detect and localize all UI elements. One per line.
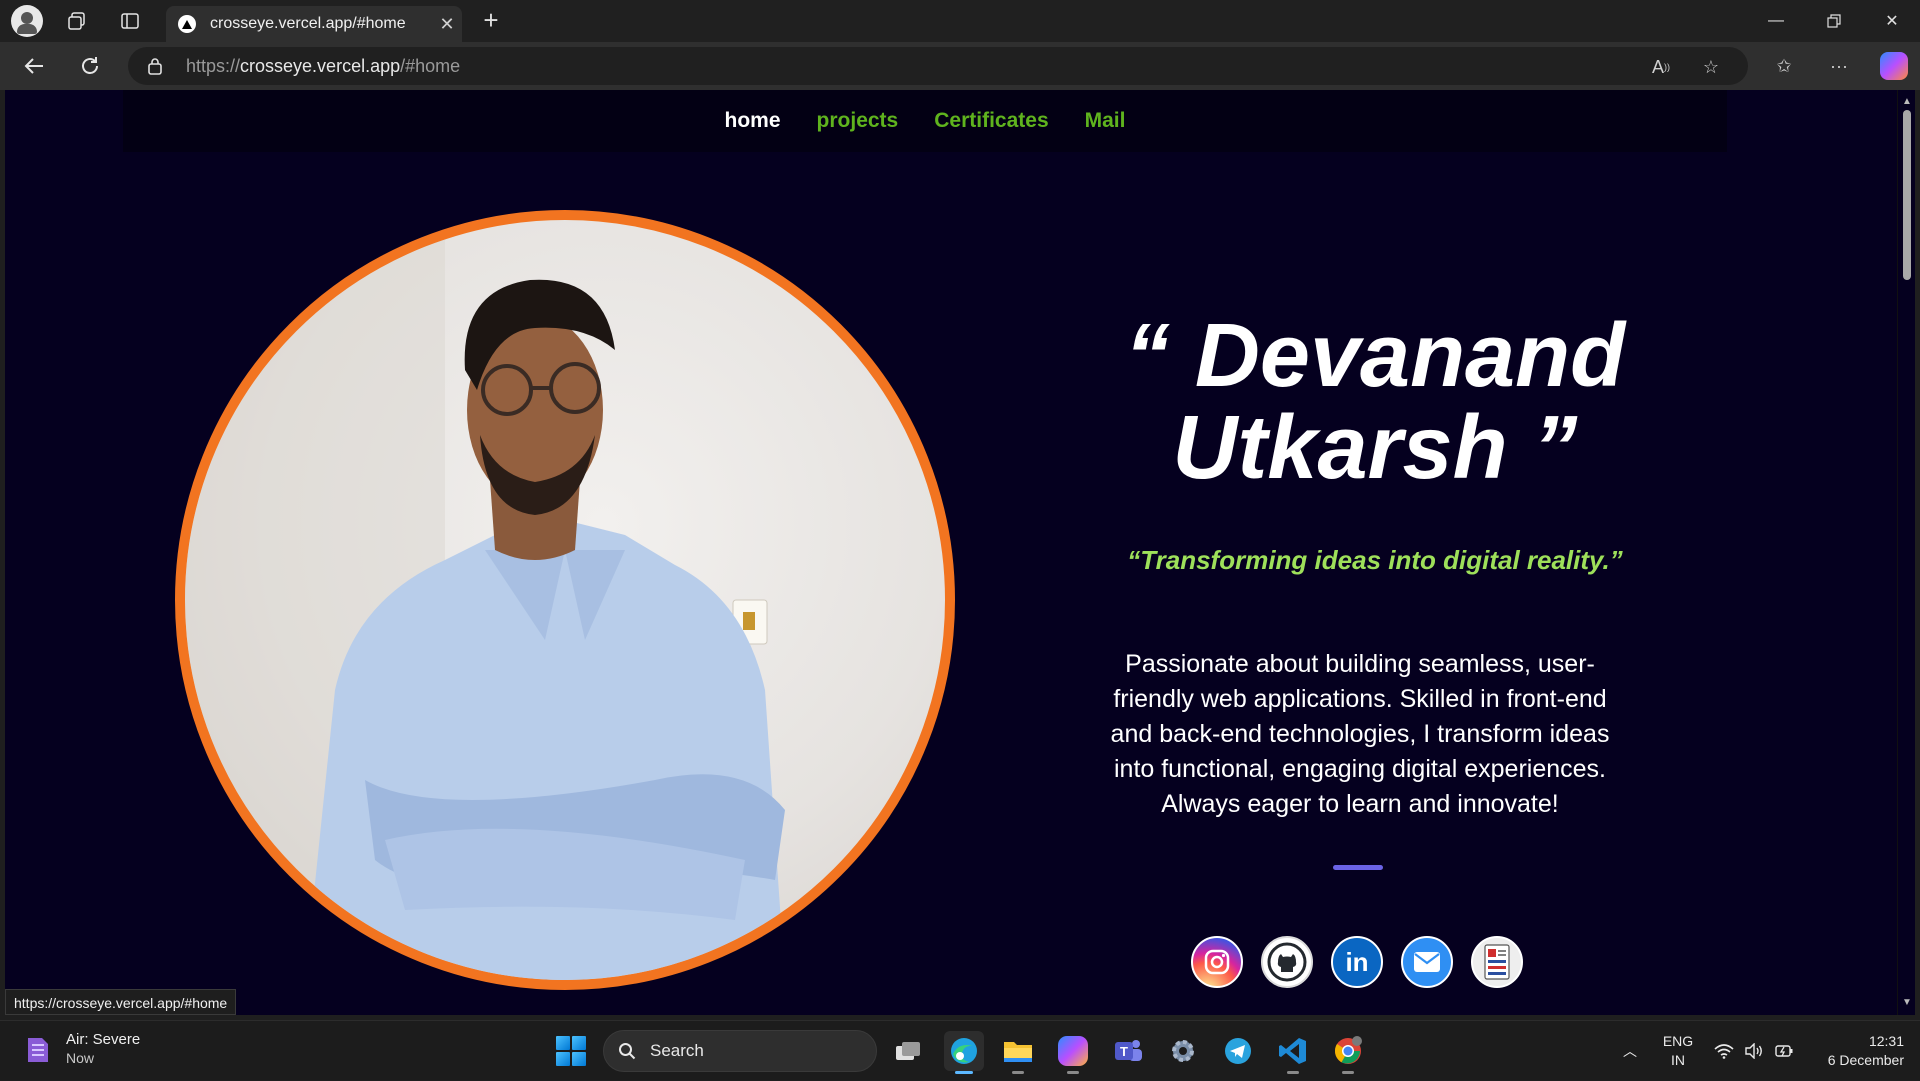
vscode-icon[interactable]	[1273, 1031, 1313, 1074]
url-field[interactable]: https://crosseye.vercel.app/#home A)) ☆	[128, 47, 1748, 85]
clock-date: 6 December	[1827, 1052, 1904, 1068]
search-label: Search	[650, 1041, 704, 1060]
read-aloud-icon[interactable]: A))	[1648, 55, 1674, 79]
back-button[interactable]	[16, 50, 52, 82]
clock[interactable]: 12:31 6 December	[1808, 1021, 1904, 1081]
tagline: “Transforming ideas into digital reality…	[1127, 545, 1623, 575]
favorite-star-icon[interactable]: ☆	[1698, 55, 1724, 79]
restore-button[interactable]	[1806, 0, 1862, 42]
workspaces-icon[interactable]	[57, 7, 97, 35]
language-code: ENG	[1662, 1033, 1694, 1049]
show-hidden-icons-icon[interactable]: ︿	[1615, 1021, 1645, 1081]
nav-certificates[interactable]: Certificates	[934, 109, 1048, 133]
scroll-down-icon[interactable]: ▼	[1901, 997, 1913, 1009]
url-text: https://crosseye.vercel.app/#home	[186, 56, 461, 76]
nav-mail[interactable]: Mail	[1085, 109, 1126, 133]
edge-app-icon[interactable]	[944, 1031, 984, 1074]
search-icon	[619, 1043, 636, 1060]
weather-title: Air: Severe	[66, 1031, 141, 1048]
volume-icon[interactable]	[1742, 1021, 1766, 1081]
github-icon[interactable]	[1261, 936, 1313, 988]
tab-title: crosseye.vercel.app/#home	[210, 15, 406, 32]
file-explorer-icon[interactable]	[998, 1031, 1038, 1074]
divider-line	[1333, 865, 1383, 870]
nav-home[interactable]: home	[725, 109, 781, 133]
vercel-favicon-icon	[178, 15, 196, 33]
linkedin-icon[interactable]: in	[1331, 936, 1383, 988]
tab-active[interactable]: crosseye.vercel.app/#home ✕	[166, 6, 462, 42]
tab-close-icon[interactable]: ✕	[432, 14, 462, 35]
telegram-icon[interactable]	[1218, 1031, 1258, 1071]
task-view-icon[interactable]	[888, 1031, 928, 1071]
start-button[interactable]	[556, 1036, 586, 1066]
weather-subtitle: Now	[66, 1050, 95, 1066]
scroll-thumb[interactable]	[1903, 110, 1911, 280]
profile-avatar-icon[interactable]	[11, 5, 43, 37]
new-tab-button[interactable]: +	[476, 7, 506, 36]
copilot-app-icon[interactable]	[1053, 1031, 1093, 1074]
nav-projects[interactable]: projects	[817, 109, 899, 133]
copilot-icon[interactable]	[1880, 52, 1908, 80]
reload-button[interactable]	[72, 50, 108, 82]
close-window-button[interactable]: ✕	[1864, 0, 1920, 42]
profile-photo	[175, 210, 955, 990]
lock-icon[interactable]	[148, 57, 162, 75]
page-scrollbar[interactable]: ▲ ▼	[1897, 90, 1915, 1015]
scroll-up-icon[interactable]: ▲	[1901, 96, 1913, 108]
resume-icon[interactable]	[1471, 936, 1523, 988]
taskbar-search[interactable]: Search	[603, 1030, 877, 1072]
battery-icon[interactable]	[1772, 1021, 1796, 1081]
favorites-icon[interactable]: ✩	[1771, 54, 1797, 78]
hero-name-line1: “ Devanand	[1124, 306, 1626, 406]
instagram-icon[interactable]	[1191, 936, 1243, 988]
hero-name-line2: Utkarsh ”	[1172, 398, 1578, 498]
wifi-icon[interactable]	[1712, 1021, 1736, 1081]
language-indicator[interactable]: ENG IN	[1658, 1021, 1698, 1081]
weather-widget[interactable]: Air: Severe Now	[22, 1031, 140, 1066]
site-navbar: home projects Certificates Mail	[123, 90, 1727, 152]
minimize-button[interactable]: —	[1748, 0, 1804, 42]
hero-name: “ Devanand Utkarsh ”	[1045, 310, 1705, 494]
teams-icon[interactable]: T	[1108, 1031, 1148, 1071]
svg-text:T: T	[1120, 1044, 1128, 1059]
more-menu-icon[interactable]: ···	[1826, 54, 1852, 78]
address-bar-row: https://crosseye.vercel.app/#home A)) ☆ …	[0, 42, 1920, 90]
bio-text: Passionate about building seamless, user…	[1110, 650, 1610, 818]
settings-gear-icon[interactable]	[1163, 1031, 1203, 1071]
clock-time: 12:31	[1868, 1033, 1904, 1049]
chrome-icon[interactable]	[1328, 1031, 1368, 1074]
vertical-tabs-icon[interactable]	[110, 7, 150, 35]
region-code: IN	[1671, 1052, 1685, 1068]
taskbar: Air: Severe Now Search T ︿ ENG IN 12:31 …	[0, 1020, 1920, 1080]
social-links: in	[1191, 936, 1523, 988]
mail-icon[interactable]	[1401, 936, 1453, 988]
page-viewport: home projects Certificates Mail “ Devana…	[5, 90, 1897, 1015]
tab-bar: crosseye.vercel.app/#home ✕ + — ✕	[0, 0, 1920, 42]
air-quality-icon	[28, 1037, 48, 1062]
status-url-tooltip: https://crosseye.vercel.app/#home	[5, 989, 237, 1015]
